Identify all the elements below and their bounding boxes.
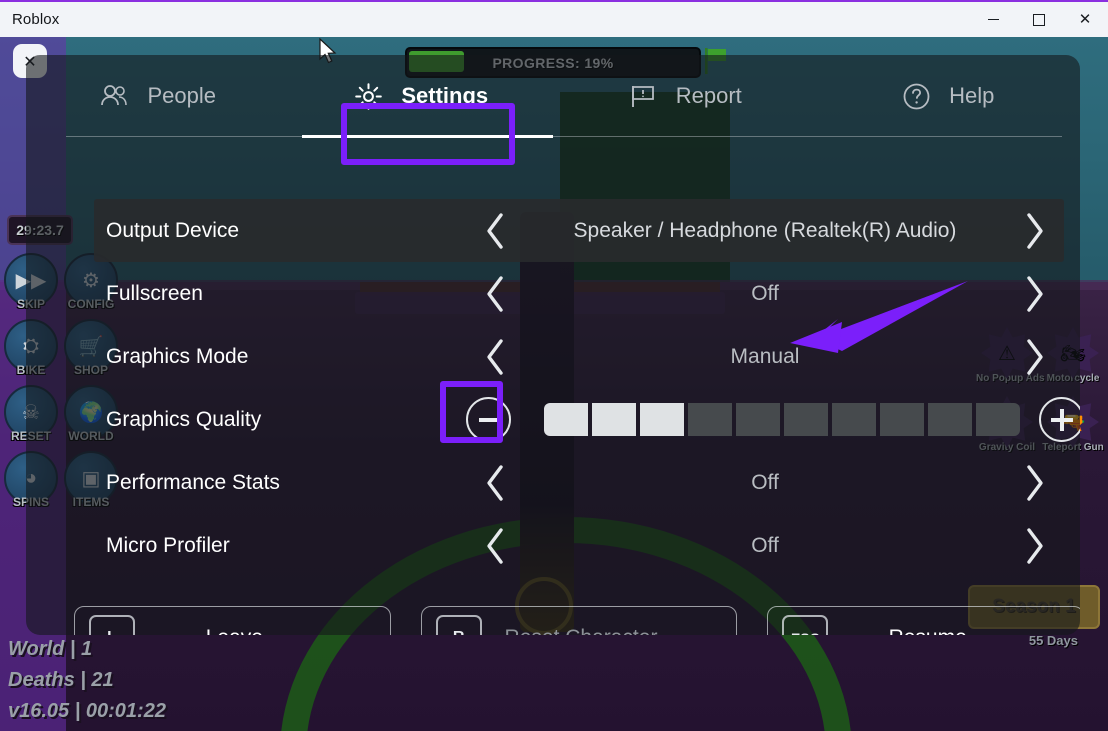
chevron-right-icon[interactable]: [1004, 337, 1064, 377]
setting-label: Graphics Quality: [106, 407, 262, 431]
chevron-right-icon[interactable]: [1004, 211, 1064, 251]
resume-button[interactable]: ESC Resume: [767, 606, 1080, 635]
quality-segment[interactable]: [592, 403, 636, 436]
reset-character-button-label: Reset Character: [482, 626, 681, 635]
setting-value: Off: [751, 470, 779, 494]
setting-label: Output Device: [106, 218, 240, 242]
quality-segment[interactable]: [640, 403, 684, 436]
settings-list: Output Device Speaker / Headphone (Realt…: [94, 199, 1080, 577]
resume-button-label: Resume: [828, 626, 1027, 635]
chevron-right-icon[interactable]: [1004, 463, 1064, 503]
leave-button[interactable]: L Leave: [74, 606, 391, 635]
tab-label: Help: [949, 83, 995, 108]
setting-row-fullscreen: Fullscreen Off: [94, 262, 1064, 325]
stat-deaths: Deaths | 21: [8, 669, 114, 691]
setting-row-performance-stats: Performance Stats Off: [94, 451, 1064, 514]
plus-button[interactable]: [1039, 397, 1080, 442]
quality-segment[interactable]: [784, 403, 828, 436]
setting-row-micro-profiler: Micro Profiler Off: [94, 514, 1064, 577]
setting-value: Manual: [730, 344, 800, 368]
chevron-left-icon[interactable]: [466, 526, 526, 566]
question-circle-icon: [902, 82, 931, 111]
tab-report[interactable]: Report: [553, 55, 817, 137]
key-hint-r: R: [435, 615, 482, 635]
chevron-left-icon[interactable]: [466, 337, 526, 377]
people-icon: [99, 83, 129, 109]
setting-label: Graphics Mode: [106, 344, 249, 368]
tab-help[interactable]: Help: [817, 55, 1081, 137]
setting-label: Fullscreen: [106, 281, 203, 305]
quality-segment[interactable]: [928, 403, 972, 436]
menu-actions: L Leave R Reset Character ESC Resume: [74, 606, 1080, 635]
stats-overlay: World | 1 Deaths | 21 v16.05 | 00:01:22: [8, 634, 166, 727]
window-title: Roblox: [12, 11, 60, 28]
quality-segment[interactable]: [880, 403, 924, 436]
key-hint-esc: ESC: [782, 615, 829, 635]
maximize-icon: [1033, 13, 1045, 26]
reset-character-button[interactable]: R Reset Character: [420, 606, 738, 635]
menu-tabs: People Settings Report Help: [26, 55, 1081, 138]
roblox-window: ✕ PROGRESS: 19% 29:23.7 ▶▶ SKIP: [0, 0, 1108, 731]
gear-icon: [354, 82, 383, 111]
setting-row-output-device: Output Device Speaker / Headphone (Realt…: [94, 199, 1064, 262]
close-window-button[interactable]: ✕: [1062, 2, 1108, 37]
setting-row-graphics-quality: Graphics Quality: [94, 388, 1080, 451]
tab-label: Settings: [401, 83, 489, 108]
tab-people[interactable]: People: [26, 55, 290, 137]
season-days-remaining: 55 Days: [1028, 633, 1078, 648]
maximize-button[interactable]: [1016, 2, 1062, 37]
setting-value: Off: [751, 281, 779, 305]
chevron-left-icon[interactable]: [466, 274, 526, 314]
tab-active-underline: [302, 135, 553, 138]
setting-label: Micro Profiler: [106, 533, 230, 557]
setting-value: Off: [751, 533, 779, 557]
minimize-icon: [987, 19, 999, 20]
chevron-left-icon[interactable]: [466, 463, 526, 503]
leave-button-label: Leave: [135, 626, 334, 635]
tab-underline: [66, 136, 1062, 137]
tab-settings[interactable]: Settings: [290, 55, 554, 137]
setting-row-graphics-mode: Graphics Mode Manual: [94, 325, 1064, 388]
minimize-button[interactable]: [970, 2, 1016, 37]
escape-menu-panel: People Settings Report Help Output Devic…: [26, 55, 1080, 635]
quality-segment[interactable]: [832, 403, 876, 436]
close-icon: ✕: [1078, 10, 1092, 28]
flag-icon: [628, 82, 658, 110]
quality-segment[interactable]: [688, 403, 732, 436]
tab-label: People: [147, 83, 216, 108]
quality-segment[interactable]: [976, 403, 1020, 436]
setting-label: Performance Stats: [106, 470, 280, 494]
setting-value: Speaker / Headphone (Realtek(R) Audio): [573, 218, 957, 242]
key-hint-l: L: [89, 615, 135, 635]
stat-world: World | 1: [8, 638, 93, 660]
minus-button[interactable]: [466, 397, 511, 442]
window-titlebar: Roblox ✕: [0, 0, 1108, 37]
stat-version: v16.05 | 00:01:22: [8, 700, 166, 722]
tab-label: Report: [675, 83, 742, 108]
quality-segment[interactable]: [736, 403, 780, 436]
quality-segment[interactable]: [544, 403, 588, 436]
window-controls: ✕: [970, 2, 1108, 37]
quality-segments[interactable]: [544, 403, 1020, 436]
chevron-right-icon[interactable]: [1004, 274, 1064, 314]
chevron-left-icon[interactable]: [466, 211, 526, 251]
graphics-quality-slider: [466, 397, 1080, 442]
chevron-right-icon[interactable]: [1004, 526, 1064, 566]
